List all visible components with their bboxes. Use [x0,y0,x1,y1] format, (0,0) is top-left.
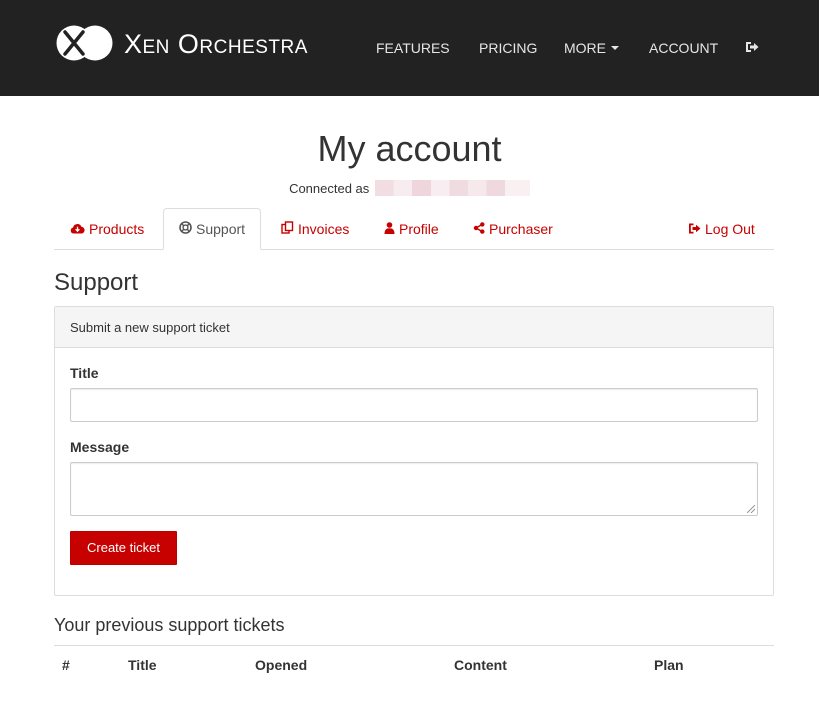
create-ticket-button[interactable]: Create ticket [70,531,177,565]
tickets-table-header: # Title Opened Content Plan [54,645,774,683]
new-ticket-panel: Submit a new support ticket Title Messag… [54,306,774,596]
title-input[interactable] [70,388,758,422]
tab-products[interactable]: Products [70,208,144,250]
support-heading: Support [54,269,139,296]
tab-support-label: Support [196,221,246,237]
connected-as: Connected as [0,180,819,196]
column-header-title: Title [128,657,157,673]
column-header-content: Content [454,657,507,673]
xo-logo-icon [55,24,114,65]
copy-icon [281,209,294,251]
title-label: Title [70,365,99,381]
nav-more-dropdown[interactable]: MORE [564,0,619,96]
user-icon [384,209,395,251]
nav-signout[interactable] [745,0,759,96]
life-ring-icon [179,210,192,250]
tab-purchaser-label: Purchaser [489,221,553,237]
message-textarea[interactable] [70,462,758,516]
panel-heading: Submit a new support ticket [55,307,773,348]
nav-pricing[interactable]: PRICING [479,0,537,96]
connected-as-label: Connected as [289,181,370,196]
nav-features[interactable]: FEATURES [376,0,450,96]
column-header-number: # [62,657,70,673]
sign-out-icon [745,40,759,56]
nav-features-label: FEATURES [376,40,450,56]
page-title: My account [317,128,502,169]
tab-profile-label: Profile [399,221,439,237]
tab-products-label: Products [89,221,145,237]
previous-tickets-heading: Your previous support tickets [54,615,285,635]
account-tabs: Products Support Invoices Profile Purcha… [54,208,774,250]
column-header-plan: Plan [654,657,684,673]
nav-more-label: MORE [564,40,606,56]
resize-handle-icon[interactable] [747,505,755,513]
nav-account[interactable]: ACCOUNT [649,0,718,96]
column-header-opened: Opened [255,657,308,673]
tab-support[interactable]: Support [163,208,262,250]
tab-purchaser[interactable]: Purchaser [473,208,553,250]
top-navbar: Xen Orchestra FEATURES PRICING MORE ACCO… [0,0,819,96]
redacted-username [374,180,530,196]
brand[interactable]: Xen Orchestra [55,25,308,63]
tab-profile[interactable]: Profile [384,208,439,250]
cloud-download-icon [70,209,85,251]
message-label: Message [70,439,130,455]
sign-out-icon [688,209,701,251]
tab-logout-label: Log Out [705,221,755,237]
caret-down-icon [611,46,619,50]
brand-name: Xen Orchestra [124,29,308,59]
tab-logout[interactable]: Log Out [688,208,755,250]
nav-account-label: ACCOUNT [649,40,719,56]
tab-invoices-label: Invoices [298,221,350,237]
share-icon [473,209,485,251]
tab-invoices[interactable]: Invoices [281,208,349,250]
nav-pricing-label: PRICING [479,40,538,56]
